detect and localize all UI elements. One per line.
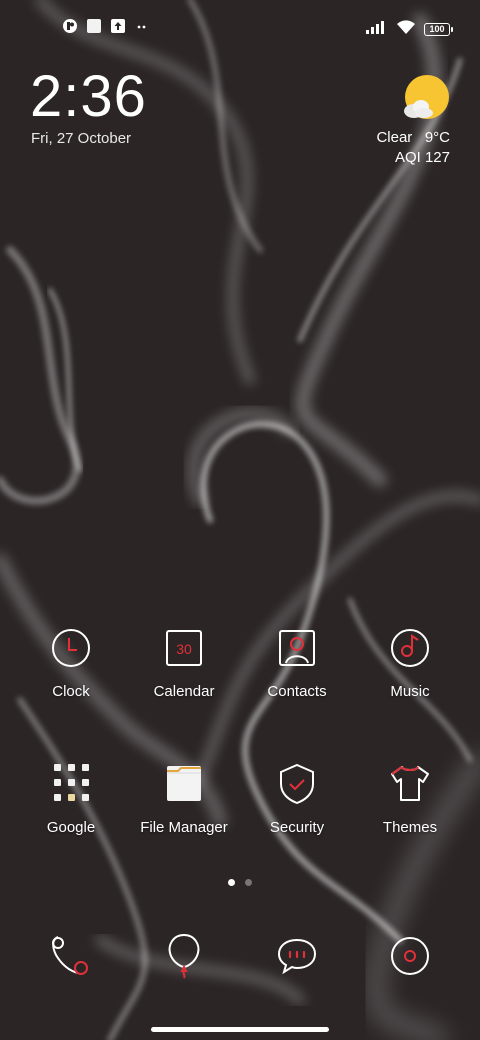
notification-square-icon — [86, 18, 102, 34]
notification-app-icon — [62, 18, 78, 34]
music-icon — [388, 626, 432, 670]
weather-temperature: 9°C — [424, 129, 450, 146]
shield-check-icon — [275, 762, 319, 806]
app-contacts[interactable]: Contacts — [242, 626, 352, 700]
app-themes[interactable]: Themes — [355, 762, 465, 836]
weather-aqi[interactable]: AQI 127 — [395, 149, 450, 166]
app-label: Clock — [52, 683, 90, 700]
contacts-icon — [275, 626, 319, 670]
camera-icon — [385, 937, 435, 985]
app-label: Contacts — [267, 683, 327, 700]
app-file-manager[interactable]: File Manager — [129, 762, 239, 836]
app-label: Music — [390, 683, 430, 700]
messages-icon — [272, 938, 322, 985]
page-indicator[interactable] — [228, 879, 252, 886]
app-google-folder[interactable]: Google — [16, 762, 126, 836]
google-folder-icon — [49, 762, 93, 806]
clock-icon — [49, 626, 93, 670]
app-music[interactable]: Music — [355, 626, 465, 700]
app-security[interactable]: Security — [242, 762, 352, 836]
weather-condition-text: Clear — [376, 129, 413, 146]
phone-icon — [46, 936, 96, 985]
dock-messages[interactable] — [272, 931, 322, 981]
browser-balloon-icon — [159, 933, 209, 985]
weather-condition[interactable]: Clear 9°C — [376, 129, 450, 146]
clock-time[interactable]: 2:36 — [30, 66, 147, 128]
dock-browser[interactable] — [159, 931, 209, 981]
app-label: File Manager — [140, 819, 228, 836]
app-calendar[interactable]: 30 Calendar — [129, 626, 239, 700]
calendar-icon: 30 — [162, 626, 206, 670]
signal-icon — [366, 20, 388, 39]
home-gesture-bar[interactable] — [151, 1027, 329, 1032]
more-dots-icon — [134, 18, 150, 34]
app-label: Google — [46, 819, 96, 836]
app-label: Calendar — [153, 683, 215, 700]
dock-phone[interactable] — [46, 931, 96, 981]
status-bar-left — [62, 18, 150, 34]
wifi-icon — [396, 19, 416, 40]
page-dot-active[interactable] — [228, 879, 235, 886]
calendar-day-number: 30 — [176, 641, 192, 657]
battery-indicator: 100 — [424, 23, 453, 36]
folder-icon — [162, 762, 206, 806]
status-bar-right: 100 — [366, 19, 453, 40]
tshirt-icon — [388, 762, 432, 806]
clock-date[interactable]: Fri, 27 October — [31, 130, 131, 147]
app-label: Themes — [382, 819, 438, 836]
upload-icon — [110, 18, 126, 34]
dock-camera[interactable] — [385, 931, 435, 981]
app-label: Security — [269, 819, 325, 836]
page-dot-inactive[interactable] — [245, 879, 252, 886]
partly-cloudy-icon[interactable] — [400, 74, 452, 126]
battery-level: 100 — [429, 24, 445, 34]
app-clock[interactable]: Clock — [16, 626, 126, 700]
